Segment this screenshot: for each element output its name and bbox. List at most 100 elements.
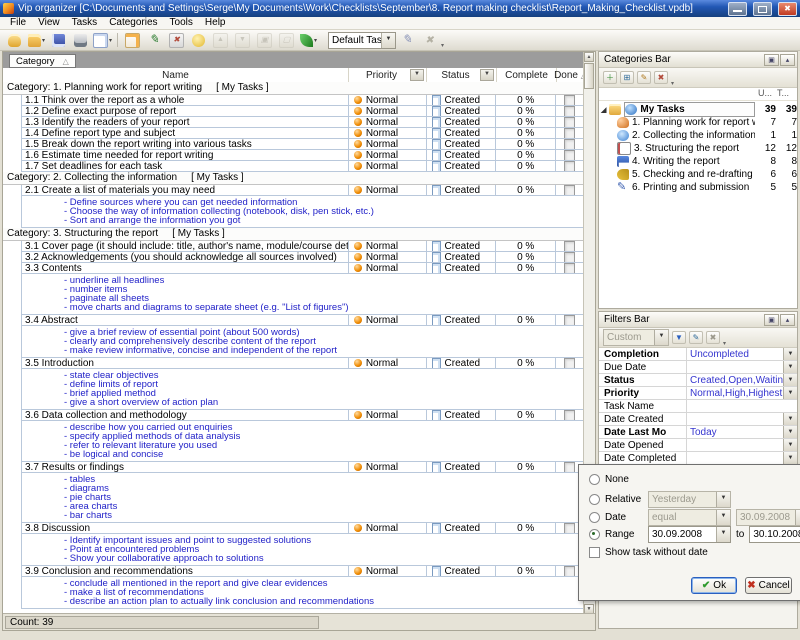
close-button[interactable] (778, 2, 797, 16)
ok-button[interactable]: ✔ Ok (691, 577, 737, 594)
priority-filter-button[interactable]: ▼ (410, 69, 424, 81)
task-row[interactable]: 1.5 Break down the report writing into v… (21, 139, 584, 150)
filter-dropdown-button[interactable]: ▼ (783, 452, 797, 464)
task-row[interactable]: 1.3 Identify the readers of your reportN… (21, 117, 584, 128)
done-checkbox[interactable] (564, 117, 575, 127)
toolbar-overflow-icon[interactable] (671, 71, 678, 85)
dropdown-caret-icon[interactable]: ▾ (314, 37, 317, 44)
task-row[interactable]: 1.4 Define report type and subjectNormal… (21, 128, 584, 139)
task-row[interactable]: 3.7 Results or findingsNormalCreated0 % (21, 462, 584, 473)
done-checkbox[interactable] (564, 241, 575, 251)
filter-dropdown-button[interactable]: ▼ (783, 413, 797, 425)
show-task-without-date-checkbox[interactable] (589, 547, 600, 558)
tree-category-item[interactable]: 3. Structuring the report1212 (599, 142, 797, 155)
task-row[interactable]: 2.1 Create a list of materials you may n… (21, 185, 584, 196)
filter-row[interactable]: PriorityNormal,High,Highest▼ (599, 387, 797, 400)
done-checkbox[interactable] (564, 128, 575, 138)
done-checkbox[interactable] (564, 315, 575, 325)
filter-dropdown-button[interactable]: ▼ (783, 361, 797, 373)
scroll-up-button[interactable]: ▲ (584, 52, 594, 62)
done-checkbox[interactable] (564, 161, 575, 171)
clear-filter-icon[interactable] (706, 331, 720, 344)
done-checkbox[interactable] (564, 523, 575, 533)
scroll-thumb[interactable] (584, 63, 594, 89)
filter-funnel-icon[interactable] (672, 331, 686, 344)
filter-row[interactable]: Due Date▼ (599, 361, 797, 374)
cancel-button[interactable]: ✖ Cancel (745, 577, 792, 594)
restore-button[interactable] (753, 2, 772, 16)
menu-help[interactable]: Help (199, 17, 232, 29)
task-row[interactable]: 1.2 Define exact purpose of reportNormal… (21, 106, 584, 117)
panel-collapse-icon[interactable]: ▴ (780, 54, 795, 66)
edit-category-icon[interactable] (637, 71, 651, 84)
none-radio[interactable] (589, 474, 600, 485)
edit-task-button[interactable] (144, 31, 165, 50)
filter-row[interactable]: CompletionUncompleted▼ (599, 348, 797, 361)
task-row[interactable]: 3.5 IntroductionNormalCreated0 % (21, 358, 584, 369)
tree-category-item[interactable]: 4. Writing the report88 (599, 155, 797, 168)
task-row[interactable]: 3.1 Cover page (it should include: title… (21, 241, 584, 252)
add-subcategory-icon[interactable] (620, 71, 634, 84)
complete-task-button[interactable] (188, 31, 209, 50)
done-checkbox[interactable] (564, 358, 575, 368)
task-layout-combo[interactable]: Default Tas▼ (328, 32, 396, 49)
notes-button[interactable]: ▾ (298, 31, 319, 50)
filter-dropdown-button[interactable]: ▼ (783, 426, 797, 438)
menu-tools[interactable]: Tools (164, 17, 199, 29)
category-group-row[interactable]: Category: 2. Collecting the information[… (3, 172, 584, 185)
task-row[interactable]: 3.8 DiscussionNormalCreated0 % (21, 523, 584, 534)
menu-file[interactable]: File (4, 17, 32, 29)
tree-category-item[interactable]: 6. Printing and submission55 (599, 181, 797, 194)
done-checkbox[interactable] (564, 462, 575, 472)
done-checkbox[interactable] (564, 185, 575, 195)
menu-view[interactable]: View (32, 17, 66, 29)
panel-float-icon[interactable]: ▣ (764, 54, 779, 66)
open-database-button[interactable]: ▾ (26, 31, 47, 50)
done-checkbox[interactable] (564, 566, 575, 576)
new-database-button[interactable] (4, 31, 25, 50)
filter-dropdown-button[interactable]: ▼ (783, 348, 797, 360)
date-radio[interactable] (589, 512, 600, 523)
filter-row[interactable]: Date Opened▼ (599, 439, 797, 452)
done-checkbox[interactable] (564, 139, 575, 149)
panel-collapse-icon[interactable]: ▴ (780, 314, 795, 326)
filter-row[interactable]: StatusCreated,Open,Waiting,Put On Hold,C… (599, 374, 797, 387)
edit-filter-icon[interactable] (689, 331, 703, 344)
delete-category-icon[interactable] (654, 71, 668, 84)
add-category-icon[interactable] (603, 71, 617, 84)
print-preview-button[interactable]: ▾ (92, 31, 113, 50)
done-checkbox[interactable] (564, 95, 575, 105)
new-task-button[interactable] (122, 31, 143, 50)
toolbar-overflow-icon[interactable] (723, 331, 730, 345)
task-row[interactable]: 3.6 Data collection and methodologyNorma… (21, 410, 584, 421)
filter-dropdown-button[interactable]: ▼ (783, 439, 797, 451)
minimize-button[interactable] (728, 2, 747, 16)
filter-row[interactable]: Date Last MoToday▼ (599, 426, 797, 439)
task-row[interactable]: 1.6 Estimate time needed for report writ… (21, 150, 584, 161)
range-radio[interactable] (589, 529, 600, 540)
task-row[interactable]: 3.2 Acknowledgements (you should acknowl… (21, 252, 584, 263)
done-checkbox[interactable] (564, 410, 575, 420)
dropdown-caret-icon[interactable]: ▾ (109, 37, 112, 44)
task-row[interactable]: 1.7 Set deadlines for each taskNormalCre… (21, 161, 584, 172)
filter-dropdown-button[interactable]: ▼ (783, 387, 797, 399)
toolbar-overflow-icon[interactable] (441, 33, 448, 47)
category-group-row[interactable]: Category: 1. Planning work for report wr… (3, 82, 584, 95)
filter-preset-combo[interactable]: Custom▼ (603, 329, 669, 346)
range-from-combo[interactable]: 30.09.2008▼ (648, 526, 731, 543)
done-checkbox[interactable] (564, 252, 575, 262)
filter-row[interactable]: Task Name (599, 400, 797, 413)
column-header-complete[interactable]: Complete (497, 68, 557, 82)
total-column[interactable]: T... (777, 88, 796, 100)
category-group-row[interactable]: Category: 3. Structuring the report[ My … (3, 228, 584, 241)
relative-radio[interactable] (589, 494, 600, 505)
done-checkbox[interactable] (564, 263, 575, 273)
done-checkbox[interactable] (564, 150, 575, 160)
tree-category-item[interactable]: 1. Planning work for report writing77 (599, 116, 797, 129)
dropdown-caret-icon[interactable]: ▾ (42, 37, 45, 44)
filter-dropdown-button[interactable]: ▼ (783, 374, 797, 386)
status-filter-button[interactable]: ▼ (480, 69, 494, 81)
menu-tasks[interactable]: Tasks (66, 17, 104, 29)
task-row[interactable]: 3.3 ContentsNormalCreated0 % (21, 263, 584, 274)
column-header-status[interactable]: Status▼ (427, 68, 497, 82)
